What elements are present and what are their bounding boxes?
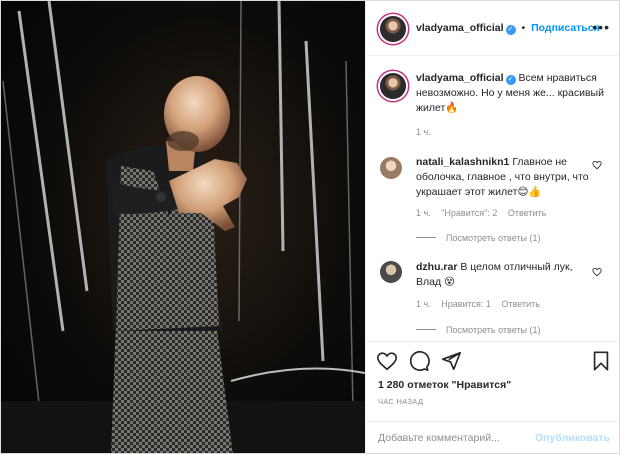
- replies-line: [416, 237, 436, 238]
- comment-time: 1 ч.: [416, 299, 431, 309]
- like-heart-icon[interactable]: [376, 350, 398, 372]
- comment-avatar[interactable]: [380, 157, 402, 179]
- view-replies-label: Посмотреть ответы (1): [446, 325, 541, 335]
- more-options-icon[interactable]: •••: [592, 19, 610, 35]
- post-photo-illustration: [1, 1, 365, 453]
- view-replies-button[interactable]: Посмотреть ответы (1): [416, 325, 541, 335]
- comment-likes[interactable]: Нравится: 1: [441, 299, 491, 309]
- post-side-panel: vladyama_official ✓ • Подписаться ••• vla…: [365, 1, 619, 453]
- comment-username[interactable]: dzhu.rar: [416, 261, 457, 273]
- caption-block: vladyama_official ✓ Всем нравиться невозм…: [416, 71, 608, 116]
- caption-avatar[interactable]: [380, 73, 406, 99]
- comment-like-heart-icon[interactable]: [592, 160, 602, 170]
- post-time-ago: ЧАС НАЗАД: [378, 397, 424, 406]
- comment-bubble-icon[interactable]: [408, 350, 430, 372]
- add-comment-input[interactable]: [378, 432, 528, 444]
- post-photo[interactable]: [1, 1, 365, 453]
- comment-likes[interactable]: "Нравится": 2: [441, 208, 497, 218]
- view-replies-label: Посмотреть ответы (1): [446, 233, 541, 243]
- post-header: vladyama_official ✓ • Подписаться •••: [366, 1, 619, 56]
- save-bookmark-icon[interactable]: [590, 350, 612, 372]
- post-actions-bar: 1 280 отметок "Нравится" ЧАС НАЗАД: [366, 341, 619, 421]
- comment-item: natali_kalashnikn1 Главное не оболочка, …: [416, 155, 596, 200]
- view-replies-button[interactable]: Посмотреть ответы (1): [416, 233, 541, 243]
- comment-avatar[interactable]: [380, 261, 402, 283]
- share-direct-icon[interactable]: [440, 350, 462, 372]
- author-username[interactable]: vladyama_official: [416, 22, 504, 34]
- add-comment-bar: Опубликовать: [366, 421, 619, 453]
- caption-meta: 1 ч.: [416, 127, 439, 137]
- caption-username[interactable]: vladyama_official: [416, 72, 504, 84]
- comment-reply-button[interactable]: Ответить: [508, 208, 546, 218]
- comment-item: dzhu.rar В целом отличный лук, Влад 😵: [416, 260, 596, 290]
- author-avatar[interactable]: [380, 16, 406, 42]
- comment-meta: 1 ч. Нравится: 1 Ответить: [416, 299, 548, 309]
- comment-username[interactable]: natali_kalashnikn1: [416, 156, 509, 168]
- comments-list[interactable]: vladyama_official ✓ Всем нравиться невозм…: [366, 57, 619, 341]
- caption-verified-icon: ✓: [505, 75, 516, 85]
- likes-count[interactable]: 1 280 отметок "Нравится": [378, 379, 511, 391]
- header-separator: •: [521, 22, 526, 34]
- publish-button[interactable]: Опубликовать: [535, 432, 610, 444]
- replies-line: [416, 329, 436, 330]
- comment-time: 1 ч.: [416, 208, 431, 218]
- verified-badge-icon: ✓: [505, 25, 516, 35]
- comment-like-heart-icon[interactable]: [592, 267, 602, 277]
- caption-time: 1 ч.: [416, 127, 431, 137]
- comment-reply-button[interactable]: Ответить: [501, 299, 539, 309]
- follow-button[interactable]: Подписаться: [531, 22, 600, 34]
- comment-meta: 1 ч. "Нравится": 2 Ответить: [416, 208, 554, 218]
- header-line: vladyama_official ✓ • Подписаться: [416, 22, 600, 35]
- instagram-post-window: vladyama_official ✓ • Подписаться ••• vla…: [0, 0, 620, 454]
